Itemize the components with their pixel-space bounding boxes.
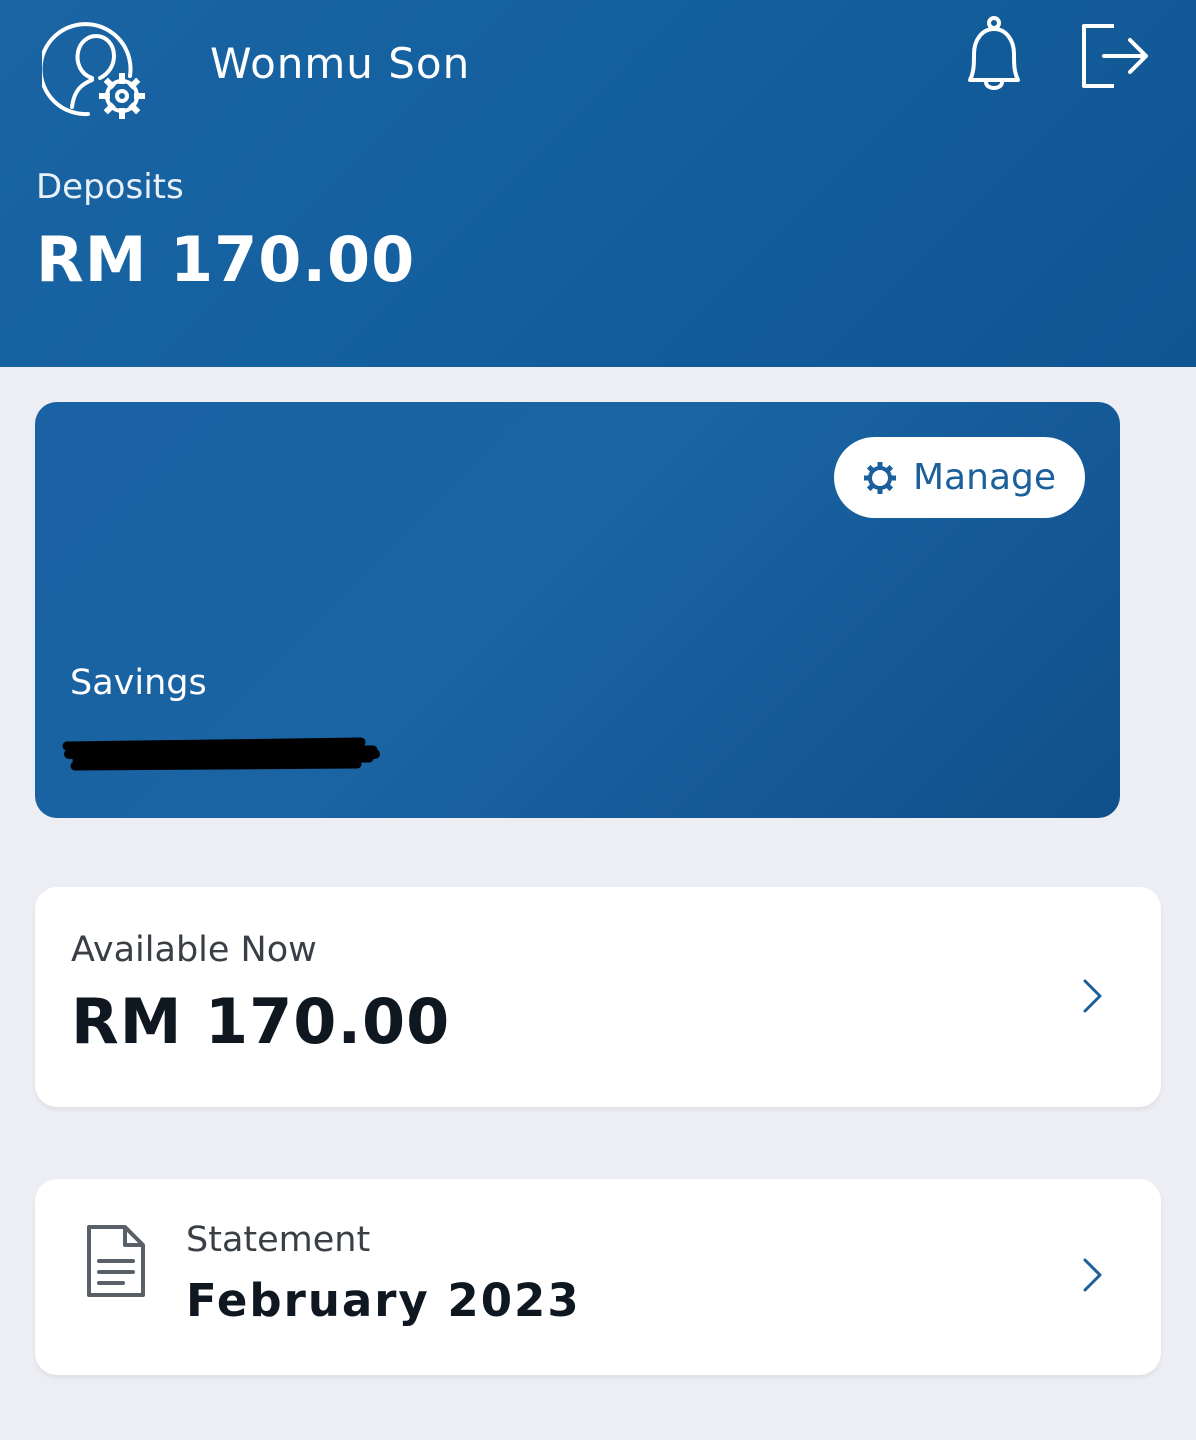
document-icon [87,1225,145,1297]
redacted-account-number [62,737,380,771]
available-now-amount: RM 170.00 [71,985,451,1058]
user-name: Wonmu Son [210,39,471,88]
savings-account-card[interactable]: Manage Savings [35,402,1120,818]
manage-button[interactable]: Manage [834,437,1085,518]
chevron-right-icon[interactable] [1081,978,1105,1014]
bell-icon[interactable] [960,14,1028,98]
available-now-card[interactable]: Available Now RM 170.00 [35,887,1161,1107]
statement-month: February 2023 [186,1274,581,1327]
statement-card[interactable]: Statement February 2023 [35,1179,1161,1375]
app-header: Wonmu Son Deposits RM 170.00 [0,0,1196,367]
profile-settings-icon[interactable] [42,18,150,122]
account-type-label: Savings [70,663,207,703]
statement-label: Statement [186,1220,371,1260]
gear-icon [864,461,896,494]
chevron-right-icon[interactable] [1081,1257,1105,1293]
available-now-label: Available Now [71,930,317,970]
deposits-total-amount: RM 170.00 [36,223,416,296]
logout-icon[interactable] [1078,22,1152,92]
manage-label: Manage [913,457,1056,498]
deposits-label: Deposits [36,167,184,207]
